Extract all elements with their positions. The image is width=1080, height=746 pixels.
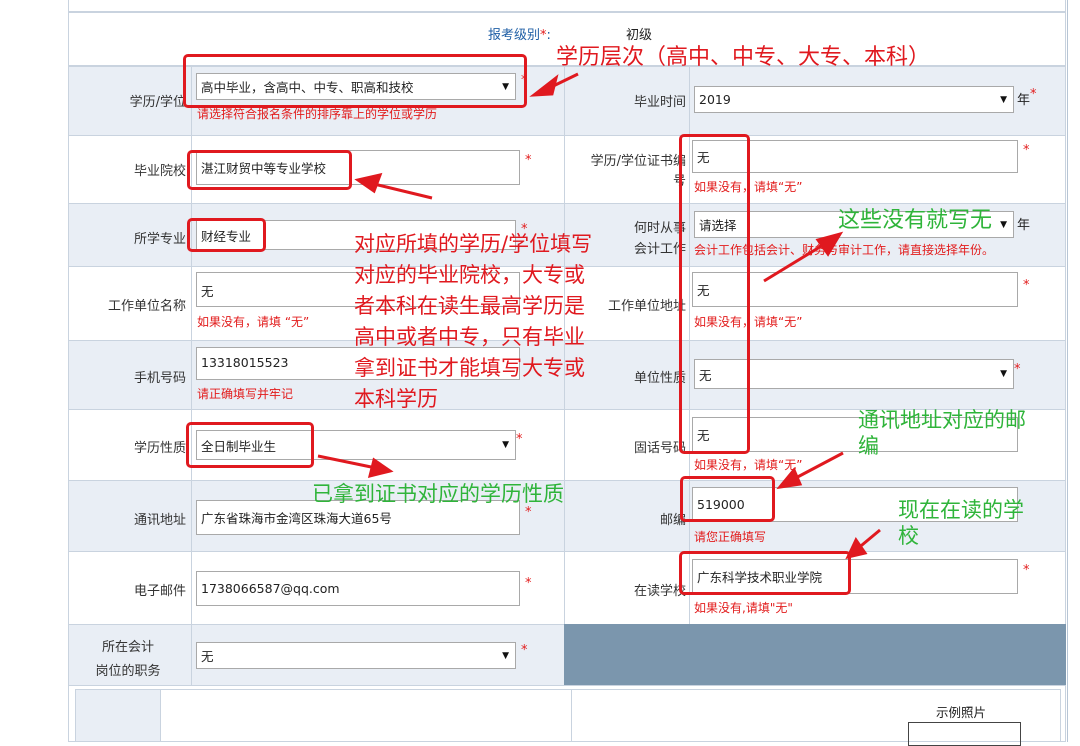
annotation-school-line-3: 者本科在读生最高学历是 [354, 294, 585, 318]
annotation-school-line-4: 高中或者中专，只有毕业 [354, 325, 585, 349]
annotation-edu-level: 学历层次（高中、中专、大专、本科） [556, 45, 931, 70]
annotation-school-now-line-1: 现在在读的学 [898, 498, 1024, 522]
annotation-zip-line-2: 编 [858, 434, 879, 458]
annotation-zip-line-1: 通讯地址对应的邮 [858, 408, 1026, 432]
annotation-edu-type: 已拿到证书对应的学历性质 [312, 482, 564, 506]
annotation-school-now: 现在在读的学 校 [898, 497, 1024, 549]
annotation-school-now-line-2: 校 [898, 524, 919, 548]
annotation-school-explain: 对应所填的学历/学位填写 对应的毕业院校，大专或 者本科在读生最高学历是 高中或… [354, 229, 592, 415]
annotation-school-line-2: 对应的毕业院校，大专或 [354, 263, 585, 287]
annotation-school-line-5: 拿到证书才能填写大专或 [354, 356, 585, 380]
annotation-school-line-1: 对应所填的学历/学位填写 [354, 232, 593, 256]
annotation-zip-explain: 通讯地址对应的邮 编 [858, 407, 1026, 459]
annotation-write-none: 这些没有就写无 [838, 208, 993, 233]
annotation-school-line-6: 本科学历 [354, 387, 438, 411]
